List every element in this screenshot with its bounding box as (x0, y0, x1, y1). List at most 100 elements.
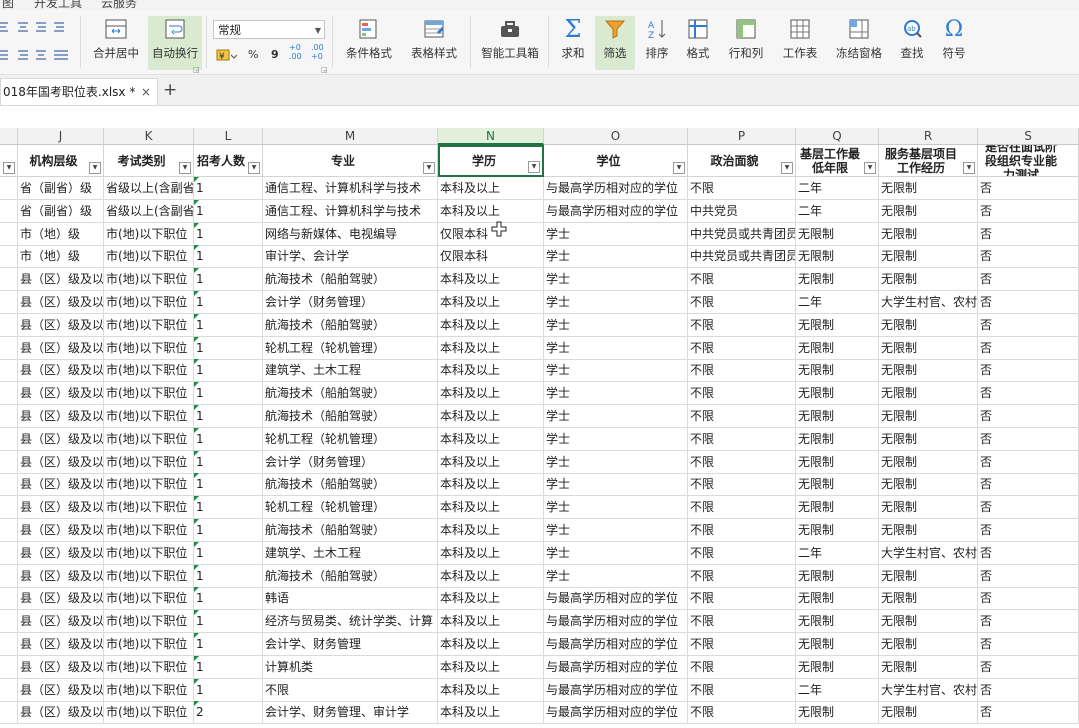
table-cell[interactable]: 否 (978, 542, 1079, 565)
table-cell[interactable]: 学士 (544, 359, 688, 382)
currency-icon[interactable]: ¥ (216, 48, 238, 64)
table-cell[interactable]: 不限 (688, 268, 796, 291)
table-cell[interactable]: 学士 (544, 382, 688, 405)
table-cell[interactable]: 无限制 (879, 200, 978, 223)
table-cell[interactable]: 本科及以上 (438, 633, 544, 656)
col-header-Q[interactable]: Q (796, 128, 879, 145)
auto-wrap-button[interactable]: 自动换行 (148, 16, 202, 70)
table-cell[interactable]: 县（区）级及以 (18, 428, 104, 451)
table-cell[interactable]: 会计学、财务管理 (263, 633, 438, 656)
filter-dropdown-icon[interactable]: ▼ (89, 162, 101, 174)
table-cell[interactable]: 市(地)以下职位 (104, 291, 194, 314)
table-cell[interactable]: 县（区）级及以 (18, 565, 104, 588)
table-cell[interactable]: 不限 (688, 633, 796, 656)
table-cell[interactable]: 无限制 (879, 610, 978, 633)
table-cell[interactable]: 本科及以上 (438, 473, 544, 496)
number-launcher-icon[interactable]: ◲ (321, 66, 328, 74)
table-cell[interactable]: 1 (194, 542, 263, 565)
table-cell[interactable]: 大学生村官、农村 (879, 291, 978, 314)
table-cell[interactable]: 无限制 (879, 223, 978, 246)
col-header-M[interactable]: M (263, 128, 438, 145)
table-cell[interactable]: 否 (978, 200, 1079, 223)
table-cell[interactable]: 县（区）级及以 (18, 337, 104, 360)
table-cell[interactable]: 县（区）级及以 (18, 542, 104, 565)
table-cell[interactable]: 市(地)以下职位 (104, 565, 194, 588)
row-stub-cell[interactable] (0, 519, 18, 542)
symbol-button[interactable]: Ω 符号 (934, 16, 974, 61)
decrease-decimal-button[interactable]: .00 +0 (311, 43, 324, 61)
table-cell[interactable]: 市(地)以下职位 (104, 473, 194, 496)
table-cell[interactable]: 不限 (688, 177, 796, 200)
table-cell[interactable]: 县（区）级及以 (18, 291, 104, 314)
table-cell[interactable]: 1 (194, 359, 263, 382)
table-cell[interactable]: 县（区）级及以 (18, 382, 104, 405)
percent-button[interactable]: % (248, 48, 258, 61)
table-cell[interactable]: 本科及以上 (438, 542, 544, 565)
table-cell[interactable]: 本科及以上 (438, 496, 544, 519)
table-cell[interactable]: 学士 (544, 428, 688, 451)
table-cell[interactable]: 市(地)以下职位 (104, 679, 194, 702)
table-cell[interactable]: 1 (194, 268, 263, 291)
table-cell[interactable]: 无限制 (879, 428, 978, 451)
table-cell[interactable]: 无限制 (879, 587, 978, 610)
table-cell[interactable]: 否 (978, 701, 1079, 724)
filter-dropdown-icon[interactable]: ▼ (963, 162, 975, 174)
table-cell[interactable]: 不限 (688, 428, 796, 451)
row-stub-cell[interactable] (0, 314, 18, 337)
row-stub-cell[interactable] (0, 610, 18, 633)
table-cell[interactable]: 否 (978, 337, 1079, 360)
table-cell[interactable]: 否 (978, 359, 1079, 382)
table-cell[interactable]: 1 (194, 177, 263, 200)
table-cell[interactable]: 二年 (796, 679, 879, 702)
table-cell[interactable]: 1 (194, 428, 263, 451)
close-icon[interactable]: × (141, 79, 151, 105)
menu-item-cloud[interactable]: 云服务 (101, 0, 137, 10)
table-cell[interactable]: 本科及以上 (438, 359, 544, 382)
row-stub-cell[interactable] (0, 291, 18, 314)
table-cell[interactable]: 否 (978, 223, 1079, 246)
table-cell[interactable]: 不限 (688, 496, 796, 519)
table-cell[interactable]: 无限制 (879, 337, 978, 360)
table-cell[interactable]: 县（区）级及以 (18, 679, 104, 702)
filter-dropdown-icon[interactable]: ▼ (528, 161, 540, 173)
table-cell[interactable]: 学士 (544, 496, 688, 519)
table-cell[interactable]: 本科及以上 (438, 291, 544, 314)
table-cell[interactable]: 不限 (263, 679, 438, 702)
table-cell[interactable]: 无限制 (879, 245, 978, 268)
table-cell[interactable]: 无限制 (796, 245, 879, 268)
table-cell[interactable]: 通信工程、计算机科学与技术 (263, 177, 438, 200)
row-stub-cell[interactable] (0, 587, 18, 610)
table-cell[interactable]: 大学生村官、农村 (879, 542, 978, 565)
menu-item-0[interactable]: 图 (2, 0, 14, 10)
table-cell[interactable]: 否 (978, 451, 1079, 474)
row-stub-cell[interactable] (0, 496, 18, 519)
table-cell[interactable]: 会计学（财务管理） (263, 291, 438, 314)
table-cell[interactable]: 与最高学历相对应的学位 (544, 701, 688, 724)
table-cell[interactable]: 二年 (796, 200, 879, 223)
table-cell[interactable]: 市(地)以下职位 (104, 337, 194, 360)
table-cell[interactable]: 轮机工程（轮机管理） (263, 428, 438, 451)
col-header-P[interactable]: P (688, 128, 796, 145)
table-style-button[interactable]: 表格样式 (404, 16, 464, 61)
table-cell[interactable]: 县（区）级及以 (18, 314, 104, 337)
table-cell[interactable]: 无限制 (796, 565, 879, 588)
increase-decimal-button[interactable]: +0 .00 (289, 43, 302, 61)
table-cell[interactable]: 市(地)以下职位 (104, 519, 194, 542)
table-cell[interactable]: 无限制 (796, 405, 879, 428)
row-stub-cell[interactable] (0, 223, 18, 246)
row-stub-cell[interactable] (0, 245, 18, 268)
table-cell[interactable]: 否 (978, 382, 1079, 405)
table-cell[interactable]: 网络与新媒体、电视编导 (263, 223, 438, 246)
table-cell[interactable]: 否 (978, 610, 1079, 633)
table-cell[interactable]: 无限制 (879, 359, 978, 382)
number-format-select[interactable]: 常规 ▼ (213, 20, 325, 39)
col-header-R[interactable]: R (879, 128, 978, 145)
table-cell[interactable]: 县（区）级及以 (18, 587, 104, 610)
table-cell[interactable]: 无限制 (796, 656, 879, 679)
table-cell[interactable]: 无限制 (796, 223, 879, 246)
table-cell[interactable]: 县（区）级及以 (18, 701, 104, 724)
table-cell[interactable]: 1 (194, 291, 263, 314)
table-cell[interactable]: 市（地）级 (18, 223, 104, 246)
table-cell[interactable]: 否 (978, 656, 1079, 679)
row-stub-cell[interactable] (0, 405, 18, 428)
